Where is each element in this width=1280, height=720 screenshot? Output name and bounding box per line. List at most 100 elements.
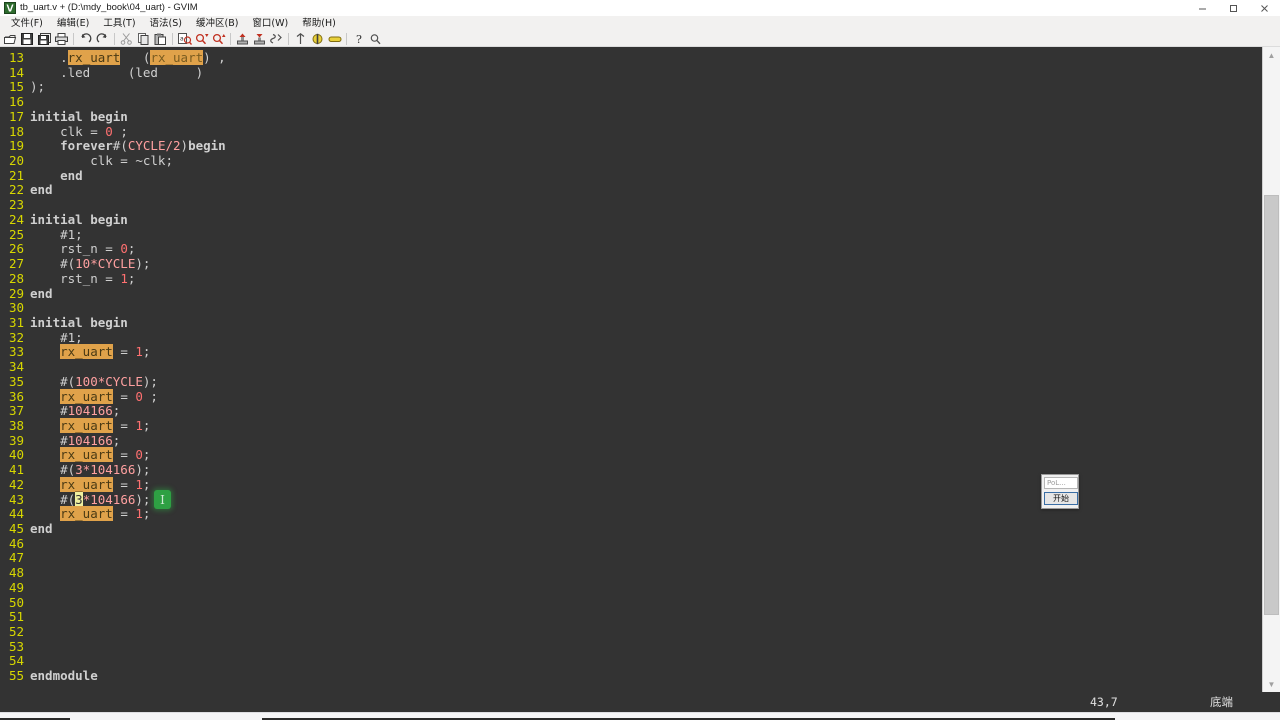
title-bar: tb_uart.v + (D:\mdy_book\04_uart) - GVIM	[0, 0, 1280, 17]
line-number: 34	[8, 359, 24, 375]
tool-input-field[interactable]: PoL...	[1044, 477, 1078, 489]
tags-icon[interactable]	[292, 31, 309, 46]
vertical-scrollbar[interactable]: ▲ ▼	[1262, 47, 1280, 692]
scroll-up-arrow-icon[interactable]: ▲	[1263, 47, 1280, 63]
code-line[interactable]: 45 end	[0, 521, 1262, 537]
menu-item-window[interactable]: 窗口(W)	[245, 16, 295, 31]
code-line[interactable]: 25 #1;	[0, 227, 1262, 243]
code-line[interactable]: 32 #1;	[0, 330, 1262, 346]
find-prev-icon[interactable]	[210, 31, 227, 46]
find-help-icon[interactable]	[367, 31, 384, 46]
minimize-button[interactable]	[1187, 0, 1218, 16]
code-line[interactable]: 29 end	[0, 286, 1262, 302]
line-number: 41	[8, 462, 24, 478]
code-line[interactable]: 37 #104166;	[0, 403, 1262, 419]
scrollbar-thumb[interactable]	[1264, 195, 1279, 615]
code-token: rx_uart	[67, 50, 121, 65]
build-icon[interactable]	[251, 31, 268, 46]
code-text-area[interactable]: 13 .rx_uart (rx_uart) , 14 .led (led ) 15)…	[0, 47, 1262, 692]
code-line[interactable]: 46	[0, 536, 1262, 552]
code-token: =	[112, 344, 136, 360]
line-text: clk = 0 ;	[30, 124, 128, 140]
undo-icon[interactable]	[77, 31, 94, 46]
code-line[interactable]: 55 endmodule	[0, 668, 1262, 684]
code-token: end	[30, 182, 53, 198]
save-all-icon[interactable]	[36, 31, 53, 46]
floating-tool-dialog[interactable]: PoL... 开始	[1041, 474, 1079, 509]
find-next-icon[interactable]	[193, 31, 210, 46]
code-line[interactable]: 47	[0, 551, 1262, 566]
code-line[interactable]: 21 end	[0, 167, 1262, 184]
code-line[interactable]: 28 rst_n = 1;	[0, 270, 1262, 287]
line-text: #(100*CYCLE);	[30, 374, 158, 390]
menu-bar: 文件(F) 编辑(E) 工具(T) 语法(S) 缓冲区(B) 窗口(W) 帮助(…	[0, 16, 1280, 31]
code-token: #	[30, 432, 68, 448]
code-line[interactable]: 51	[0, 610, 1262, 625]
scroll-down-arrow-icon[interactable]: ▼	[1263, 676, 1280, 692]
paste-icon[interactable]	[152, 31, 169, 46]
code-line[interactable]: 48	[0, 565, 1262, 581]
code-line[interactable]: 13 .rx_uart (rx_uart) ,	[0, 50, 1262, 66]
code-token: initial begin	[30, 211, 128, 227]
code-line[interactable]: 52	[0, 624, 1262, 640]
code-line[interactable]: 24 initial begin	[0, 211, 1262, 228]
code-token: initial begin	[30, 314, 128, 330]
code-token: ;	[127, 241, 136, 257]
line-number: 54	[8, 653, 24, 669]
bookmark-icon[interactable]	[326, 31, 343, 46]
code-line[interactable]: 44 rx_uart = 1;	[0, 506, 1262, 522]
code-line[interactable]: 35 #(100*CYCLE);	[0, 374, 1262, 390]
make-icon[interactable]	[234, 31, 251, 46]
code-line[interactable]: 40 rx_uart = 0;	[0, 447, 1262, 463]
code-line[interactable]: 39 #104166;	[0, 432, 1262, 449]
find-icon[interactable]: a	[176, 31, 193, 46]
code-line[interactable]: 38 rx_uart = 1;	[0, 417, 1262, 434]
code-line[interactable]: 30	[0, 300, 1262, 316]
code-line[interactable]: 34	[0, 359, 1262, 375]
menu-item-syntax[interactable]: 语法(S)	[143, 16, 189, 31]
code-line[interactable]: 27 #(10*CYCLE);	[0, 256, 1262, 272]
shell-icon[interactable]	[268, 31, 285, 46]
code-line[interactable]: 19 forever#(CYCLE/2)begin	[0, 138, 1262, 154]
open-file-icon[interactable]	[2, 31, 19, 46]
code-line[interactable]: 31 initial begin	[0, 314, 1262, 331]
redo-icon[interactable]	[94, 31, 111, 46]
print-icon[interactable]	[53, 31, 70, 46]
code-token: 1	[120, 270, 128, 286]
menu-item-buffers[interactable]: 缓冲区(B)	[189, 16, 245, 31]
menu-item-help[interactable]: 帮助(H)	[295, 16, 343, 31]
code-line[interactable]: 36 rx_uart = 0 ;	[0, 388, 1262, 405]
code-line[interactable]: 54	[0, 654, 1262, 669]
code-line[interactable]: 53	[0, 639, 1262, 655]
taskbar[interactable]	[0, 712, 1280, 720]
code-line[interactable]: 15);	[0, 80, 1262, 95]
code-line[interactable]: 33 rx_uart = 1;	[0, 344, 1262, 360]
code-line[interactable]: 20 clk = ~clk;	[0, 153, 1262, 169]
close-button[interactable]	[1249, 0, 1280, 16]
cut-icon[interactable]	[118, 31, 135, 46]
line-number: 36	[8, 388, 24, 404]
mouse-caret-icon: I	[154, 490, 171, 509]
code-line[interactable]: 49	[0, 580, 1262, 596]
code-token: ;	[142, 417, 151, 433]
code-line[interactable]: 26 rst_n = 0;	[0, 241, 1262, 257]
maximize-button[interactable]	[1218, 0, 1249, 16]
code-line[interactable]: 14 .led (led )	[0, 65, 1262, 81]
tag-jump-icon[interactable]	[309, 31, 326, 46]
code-line[interactable]: 17 initial begin	[0, 109, 1262, 125]
code-line[interactable]: 22 end	[0, 183, 1262, 198]
code-line[interactable]: 23	[0, 197, 1262, 213]
help-icon[interactable]: ?	[350, 31, 367, 46]
code-line[interactable]: 18 clk = 0 ;	[0, 124, 1262, 140]
editor-viewport[interactable]: 13 .rx_uart (rx_uart) , 14 .led (led ) 15)…	[0, 47, 1280, 692]
code-line[interactable]: 50	[0, 595, 1262, 611]
menu-item-file[interactable]: 文件(F)	[4, 16, 50, 31]
start-button[interactable]: 开始	[1044, 492, 1078, 505]
menu-item-edit[interactable]: 编辑(E)	[50, 16, 96, 31]
code-line[interactable]: 16	[0, 94, 1262, 110]
copy-icon[interactable]	[135, 31, 152, 46]
line-number: 26	[8, 241, 24, 257]
line-number: 21	[8, 167, 24, 183]
save-file-icon[interactable]	[19, 31, 36, 46]
menu-item-tools[interactable]: 工具(T)	[96, 16, 142, 31]
